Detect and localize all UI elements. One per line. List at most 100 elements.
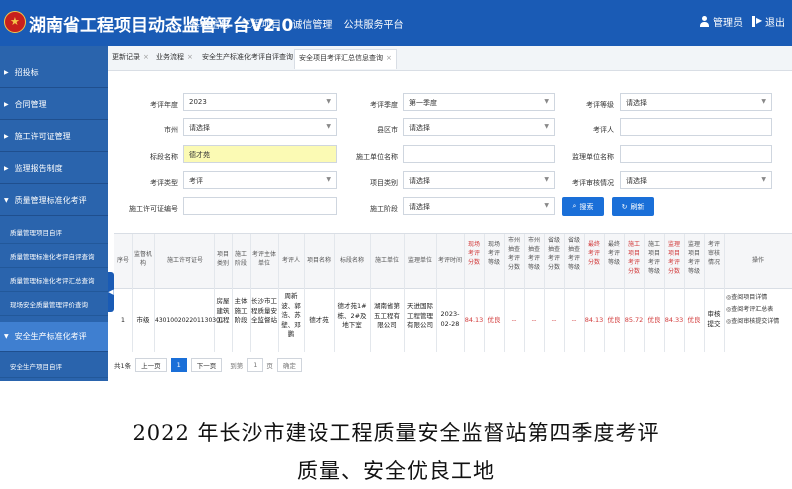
- sidebar-item-contract[interactable]: ▶ 合同管理: [0, 90, 108, 120]
- year-select[interactable]: 2023 ▼: [183, 93, 337, 111]
- view-project-link[interactable]: ◎查阅项目详情: [726, 292, 779, 304]
- results-table: 序号 监督机构 施工许可证号 项目类别 施工阶段 考评主体单位 考评人 项目名称…: [114, 233, 792, 352]
- view-review-link[interactable]: ◎查阅审核提交详情: [726, 316, 779, 328]
- cell-sup-grade: 优良: [687, 316, 701, 324]
- search-button[interactable]: ⌕ 搜索: [562, 197, 604, 216]
- th-contractor: 施工单位: [374, 257, 399, 264]
- category-select[interactable]: 请选择 ▼: [403, 171, 555, 189]
- cell-category: 房屋建筑工程: [216, 297, 230, 324]
- sidebar-sub-safety-self[interactable]: 安全生产项目自评: [0, 354, 108, 378]
- label-review: 考评审核情况: [572, 179, 614, 187]
- sidebar-item-permit[interactable]: ▶ 施工许可证管理: [0, 122, 108, 152]
- view-summary-link[interactable]: ◎查阅考评汇总表: [726, 304, 779, 316]
- top-header: 湖南省工程项目动态监管平台V2.0 基本信息 工程项目 诚信管理 公共服务平台 …: [0, 0, 792, 46]
- label-assessor: 考评人: [593, 126, 614, 134]
- cell-unit: 长沙市工程质量安全监督站: [251, 297, 277, 324]
- nav-projects[interactable]: 工程项目: [241, 20, 281, 31]
- search-icon: ⌕: [572, 202, 577, 210]
- th-city-score: 市州抽查考评分数: [507, 237, 520, 271]
- close-icon[interactable]: ×: [187, 53, 193, 61]
- sidebar-item-supervision[interactable]: ▶ 监理报告制度: [0, 154, 108, 184]
- user-menu[interactable]: 管理员: [699, 14, 743, 29]
- chevron-down-icon: ▼: [4, 333, 9, 340]
- th-ops: 操作: [751, 257, 764, 264]
- th-cons-grade: 施工项目考评等级: [647, 241, 660, 275]
- th-final-score: 最终考评分数: [587, 241, 600, 266]
- page-unit-label: 页: [266, 362, 273, 370]
- cell-final-score: 84.13: [584, 316, 604, 324]
- confirm-page-button[interactable]: 确定: [276, 358, 302, 372]
- nav-basic-info[interactable]: 基本信息: [190, 20, 230, 31]
- th-index: 序号: [116, 257, 129, 264]
- goto-label: 到第: [230, 362, 244, 370]
- cell-prov-grade: --: [571, 316, 577, 324]
- sidebar-item-bidding[interactable]: ▶ 招投标: [0, 58, 108, 88]
- th-prov-grade: 省级抽查考评等级: [567, 237, 580, 271]
- th-permit: 施工许可证号: [166, 257, 203, 264]
- sidebar-item-quality[interactable]: ▼ 质量管理标准化考评: [0, 186, 108, 216]
- cell-stage: 主体施工阶段: [234, 297, 248, 324]
- tab-safety-summary[interactable]: 安全项目考评汇总信息查询 ×: [294, 49, 397, 69]
- permit-input[interactable]: [183, 197, 337, 215]
- grade-select[interactable]: 请选择 ▼: [620, 93, 772, 111]
- close-icon[interactable]: ×: [386, 54, 392, 62]
- tab-update-log[interactable]: 更新记录 ×: [112, 52, 149, 62]
- chevron-down-icon: ▼: [4, 197, 9, 204]
- assessor-input[interactable]: [620, 118, 772, 136]
- chevron-down-icon: ▼: [761, 176, 766, 183]
- nav-public-service[interactable]: 公共服务平台: [344, 20, 404, 31]
- next-page-button[interactable]: 下一页: [190, 358, 223, 372]
- cell-cons-grade: 优良: [647, 316, 661, 324]
- label-grade: 考评等级: [586, 101, 614, 109]
- app-window: 湖南省工程项目动态监管平台V2.0 基本信息 工程项目 诚信管理 公共服务平台 …: [0, 0, 792, 381]
- cell-site-score: 84.13: [464, 316, 484, 324]
- cell-review: 审核提交: [707, 310, 721, 328]
- sidebar-sub-site-eval[interactable]: 现场安全质量管理评价查询: [0, 292, 108, 316]
- sidebar-sub-quality-self-query[interactable]: 质量管理标准化考评自评查询: [0, 244, 108, 268]
- contractor-input[interactable]: [403, 145, 555, 163]
- county-select[interactable]: 请选择 ▼: [403, 118, 555, 136]
- refresh-icon: ↻: [621, 202, 628, 211]
- caption-line-1: 2022 年长沙市建设工程质量安全监督站第四季度考评: [132, 421, 660, 445]
- chevron-right-icon: ▶: [4, 69, 9, 76]
- quarter-select[interactable]: 第一季度 ▼: [403, 93, 555, 111]
- review-select[interactable]: 请选择 ▼: [620, 171, 772, 189]
- th-cons-score: 施工项目考评分数: [627, 241, 640, 275]
- label-permit: 施工许可证编号: [129, 205, 178, 213]
- cell-ops: ◎查阅项目详情 ◎查阅考评汇总表 ◎查阅审核提交详情: [726, 292, 779, 328]
- total-count: 共1条: [114, 362, 132, 370]
- chevron-left-icon: ◀: [108, 288, 114, 296]
- nav-credit[interactable]: 诚信管理: [292, 20, 332, 31]
- page-1-button[interactable]: 1: [170, 358, 187, 372]
- cell-final-grade: 优良: [607, 316, 621, 324]
- section-name-input[interactable]: 德才苑: [183, 145, 337, 163]
- tab-safety-self-query[interactable]: 安全生产标准化考评自评查询×: [202, 52, 302, 62]
- city-select[interactable]: 请选择 ▼: [183, 118, 337, 136]
- th-site-score: 现场考评分数: [467, 241, 480, 266]
- label-year: 考评年度: [150, 101, 178, 109]
- th-unit: 考评主体单位: [251, 251, 276, 267]
- label-section: 标段名称: [150, 153, 178, 161]
- stage-select[interactable]: 请选择 ▼: [403, 197, 555, 215]
- supervisor-input[interactable]: [620, 145, 772, 163]
- logout-button[interactable]: 退出: [752, 14, 785, 29]
- refresh-button[interactable]: ↻ 刷新: [612, 197, 654, 216]
- close-icon[interactable]: ×: [143, 53, 149, 61]
- caption-line-2: 质量、安全优良工地: [297, 459, 495, 483]
- cell-project: 德才苑: [309, 316, 329, 324]
- th-site-grade: 现场考评等级: [487, 241, 500, 266]
- th-final-grade: 最终考评等级: [607, 241, 620, 266]
- th-date: 考评时间: [437, 257, 462, 264]
- sidebar-sub-quality-self[interactable]: 质量管理项目自评: [0, 220, 108, 244]
- cell-date: 2023-02-28: [440, 310, 460, 328]
- sidebar-sub-quality-summary[interactable]: 质量管理标准化考评汇总查询: [0, 268, 108, 292]
- cell-cons-score: 85.72: [624, 316, 644, 324]
- th-section: 标段名称: [339, 257, 364, 264]
- th-project: 项目名称: [306, 257, 331, 264]
- tab-workflow[interactable]: 业务流程 ×: [156, 52, 193, 62]
- sidebar-item-safety[interactable]: ▼ 安全生产标准化考评: [0, 322, 108, 352]
- th-city-grade: 市州抽查考评等级: [527, 237, 540, 271]
- page-number-input[interactable]: 1: [247, 358, 264, 372]
- prev-page-button[interactable]: 上一页: [135, 358, 167, 372]
- type-select[interactable]: 考评 ▼: [183, 171, 337, 189]
